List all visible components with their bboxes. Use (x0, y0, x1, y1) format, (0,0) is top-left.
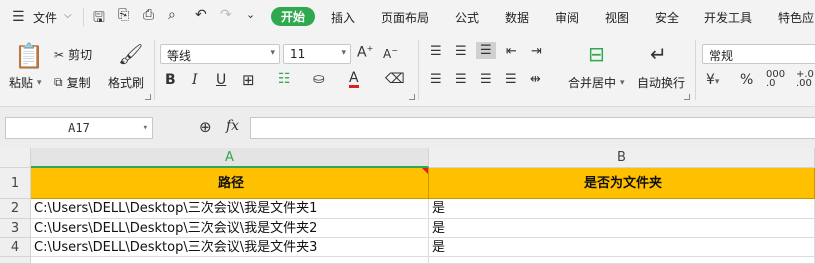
thousands-icon[interactable]: 000.0 (766, 70, 785, 89)
cut-button[interactable]: ✂ 剪切 (54, 46, 92, 63)
tab-home[interactable]: 开始 (271, 7, 316, 26)
wrap-text-icon[interactable]: ↵ (650, 42, 667, 66)
cell-style-icon[interactable]: ☷ (278, 71, 291, 87)
column-header-b[interactable]: B (429, 148, 815, 168)
decimal-icon[interactable]: +.0.00 (796, 70, 814, 89)
format-painter-label: 格式刷 (108, 76, 145, 90)
column-header-a[interactable]: A (31, 148, 429, 168)
decrease-indent-icon[interactable]: ⇤ (506, 44, 517, 59)
table-cell[interactable]: 是 (429, 238, 815, 257)
scissors-icon: ✂ (54, 47, 65, 62)
merge-center-icon[interactable]: ⊟ (588, 42, 605, 66)
font-name-value: 等线 (167, 49, 192, 63)
align-top-icon[interactable]: ☰ (430, 44, 442, 59)
merge-center-button[interactable]: 合并居中 ▾ (568, 74, 625, 91)
cell-ref-value: A17 (68, 121, 90, 135)
ribbon: 📋 粘贴 ▾ ✂ 剪切 ⧉ 复制 🖌 格式刷 等线 ▾ 11 ▾ A+ A− B I U … (0, 34, 815, 106)
fx-button[interactable]: fx (226, 118, 239, 134)
number-format-value: 常规 (709, 49, 734, 63)
table-header-cell[interactable]: 是否为文件夹 (429, 168, 815, 199)
cut-label: 剪切 (68, 48, 93, 62)
redo-icon[interactable]: ↷ (220, 7, 232, 23)
increase-font-icon[interactable]: A+ (357, 44, 373, 61)
align-bottom-icon[interactable]: ☰ (476, 42, 496, 59)
bold-icon[interactable]: B (165, 72, 176, 88)
chevron-down-icon: ▾ (341, 48, 346, 58)
more-icon[interactable]: ⌄ (246, 8, 255, 21)
font-size-select[interactable]: 11 ▾ (283, 44, 351, 64)
row-header[interactable]: 2 (0, 199, 31, 219)
comment-indicator-icon (422, 168, 428, 174)
print-preview-icon[interactable]: ⌕ (168, 7, 176, 23)
percent-icon[interactable]: % (740, 72, 753, 88)
align-right-icon[interactable]: ☰ (480, 72, 492, 87)
tab-security[interactable]: 安全 (655, 9, 679, 26)
row-header[interactable]: 4 (0, 238, 31, 257)
paste-button[interactable]: 粘贴 ▾ (9, 74, 42, 91)
format-painter-icon[interactable]: 🖌 (118, 42, 143, 66)
italic-icon[interactable]: I (192, 72, 198, 88)
tab-data[interactable]: 数据 (505, 9, 529, 26)
undo-icon[interactable]: ↶ (195, 7, 207, 23)
clear-icon[interactable]: ⌫ (385, 71, 405, 87)
decrease-font-icon[interactable]: A− (383, 46, 398, 61)
copy-button[interactable]: ⧉ 复制 (54, 74, 91, 91)
chevron-down-icon[interactable]: ⌵ (64, 10, 72, 21)
currency-icon[interactable]: ¥▾ (706, 72, 719, 88)
select-all-corner[interactable] (0, 148, 31, 168)
align-left-icon[interactable]: ☰ (430, 72, 442, 87)
merge-center-label: 合并居中 (568, 76, 617, 90)
table-cell[interactable] (31, 257, 429, 264)
distributed-icon[interactable]: ⇹ (530, 72, 541, 87)
copy-label: 复制 (66, 76, 91, 90)
table-cell[interactable]: 是 (429, 219, 815, 238)
table-cell[interactable]: C:\Users\DELL\Desktop\三次会议\我是文件夹2 (31, 219, 429, 238)
increase-indent-icon[interactable]: ⇥ (531, 44, 542, 59)
zoom-icon[interactable]: ⊕ (199, 118, 212, 136)
align-center-icon[interactable]: ☰ (455, 72, 467, 87)
paste-icon[interactable]: 📋 (14, 42, 44, 70)
copy-icon: ⧉ (54, 75, 63, 89)
wrap-text-label: 自动换行 (637, 76, 686, 90)
font-name-select[interactable]: 等线 ▾ (160, 44, 280, 64)
hamburger-icon[interactable]: ☰ (12, 9, 25, 25)
fill-color-icon[interactable]: ⛀ (313, 71, 325, 87)
wrap-text-button[interactable]: 自动换行 (637, 74, 685, 91)
row-header[interactable]: 3 (0, 219, 31, 238)
export-icon[interactable]: ⎘ (118, 7, 129, 23)
tab-page-layout[interactable]: 页面布局 (381, 9, 429, 26)
underline-icon[interactable]: U (216, 72, 226, 88)
table-cell[interactable] (429, 257, 815, 264)
number-format-select[interactable]: 常规 (702, 44, 815, 64)
borders-icon[interactable]: ⊞ (242, 71, 255, 89)
print-icon[interactable]: ⎙ (143, 7, 154, 23)
tab-insert[interactable]: 插入 (331, 9, 355, 26)
table-cell[interactable]: 是 (429, 199, 815, 219)
paste-label: 粘贴 (9, 76, 34, 90)
chevron-down-icon: ▾ (270, 48, 275, 58)
chevron-down-icon[interactable]: ▾ (143, 118, 148, 138)
font-color-icon[interactable]: A (349, 71, 359, 88)
row-header[interactable]: 1 (0, 168, 31, 199)
table-header-cell[interactable]: 路径 (31, 168, 429, 199)
tab-view[interactable]: 视图 (605, 9, 629, 26)
tab-review[interactable]: 审阅 (555, 9, 579, 26)
table-cell[interactable]: C:\Users\DELL\Desktop\三次会议\我是文件夹3 (31, 238, 429, 257)
format-painter-button[interactable]: 格式刷 (108, 74, 144, 91)
table-cell[interactable]: C:\Users\DELL\Desktop\三次会议\我是文件夹1 (31, 199, 429, 219)
name-box[interactable]: A17 ▾ (5, 117, 153, 139)
menu-bar: ☰ 文件 ⌵ 🖫 ⎘ ⎙ ⌕ ↶ ↷ ⌄ 开始 插入 页面布局 公式 数据 审阅… (0, 0, 815, 34)
tab-developer[interactable]: 开发工具 (704, 9, 752, 26)
file-menu[interactable]: 文件 (33, 9, 57, 26)
tab-formulas[interactable]: 公式 (455, 9, 479, 26)
tab-features[interactable]: 特色应 (778, 9, 814, 26)
save-icon[interactable]: 🖫 (93, 7, 105, 31)
align-middle-icon[interactable]: ☰ (455, 44, 467, 59)
formula-input[interactable] (250, 117, 815, 139)
justify-icon[interactable]: ☰ (505, 72, 517, 87)
font-size-value: 11 (290, 47, 306, 61)
row-header[interactable] (0, 257, 31, 264)
